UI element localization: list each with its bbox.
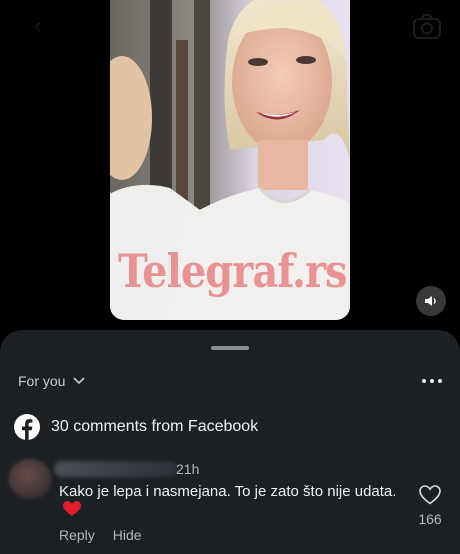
reply-button[interactable]: Reply xyxy=(59,527,95,543)
screen: ‹ Telegraf.rs For you 30 comments from F… xyxy=(0,0,460,554)
more-icon[interactable] xyxy=(422,374,444,388)
feed-label: For you xyxy=(18,373,66,389)
like-count: 166 xyxy=(418,511,442,527)
heart-emoji-icon xyxy=(63,501,81,516)
comments-heading: 30 comments from Facebook xyxy=(51,418,259,435)
camera-icon[interactable] xyxy=(411,12,443,42)
comment-item: 21h Kako je lepa i nasmejana. To je zato… xyxy=(8,457,452,553)
comment-actions: Reply Hide xyxy=(59,527,142,543)
facebook-logo-icon xyxy=(14,414,40,440)
sheet-grabber[interactable] xyxy=(211,346,249,350)
chevron-down-icon xyxy=(73,377,86,385)
comment-time: 21h xyxy=(176,461,200,477)
speaker-icon[interactable] xyxy=(416,286,446,316)
heart-outline-icon xyxy=(419,485,441,505)
comment-text-block: Kako je lepa i nasmejana. To je zato što… xyxy=(59,482,399,520)
back-arrow-icon[interactable]: ‹ xyxy=(34,15,50,37)
like-button[interactable]: 166 xyxy=(413,485,447,527)
avatar[interactable] xyxy=(8,459,52,499)
video-watermark: Telegraf.rs xyxy=(118,244,348,299)
comments-header: 30 comments from Facebook xyxy=(13,413,258,441)
comment-text: Kako je lepa i nasmejana. To je zato što… xyxy=(59,483,397,500)
video-player[interactable]: Telegraf.rs xyxy=(110,0,350,320)
comments-sheet: For you 30 comments from Facebook 21h Ka… xyxy=(0,330,460,554)
commenter-name-redacted xyxy=(54,461,178,477)
feed-selector[interactable]: For you xyxy=(18,373,86,389)
hide-button[interactable]: Hide xyxy=(113,527,142,543)
